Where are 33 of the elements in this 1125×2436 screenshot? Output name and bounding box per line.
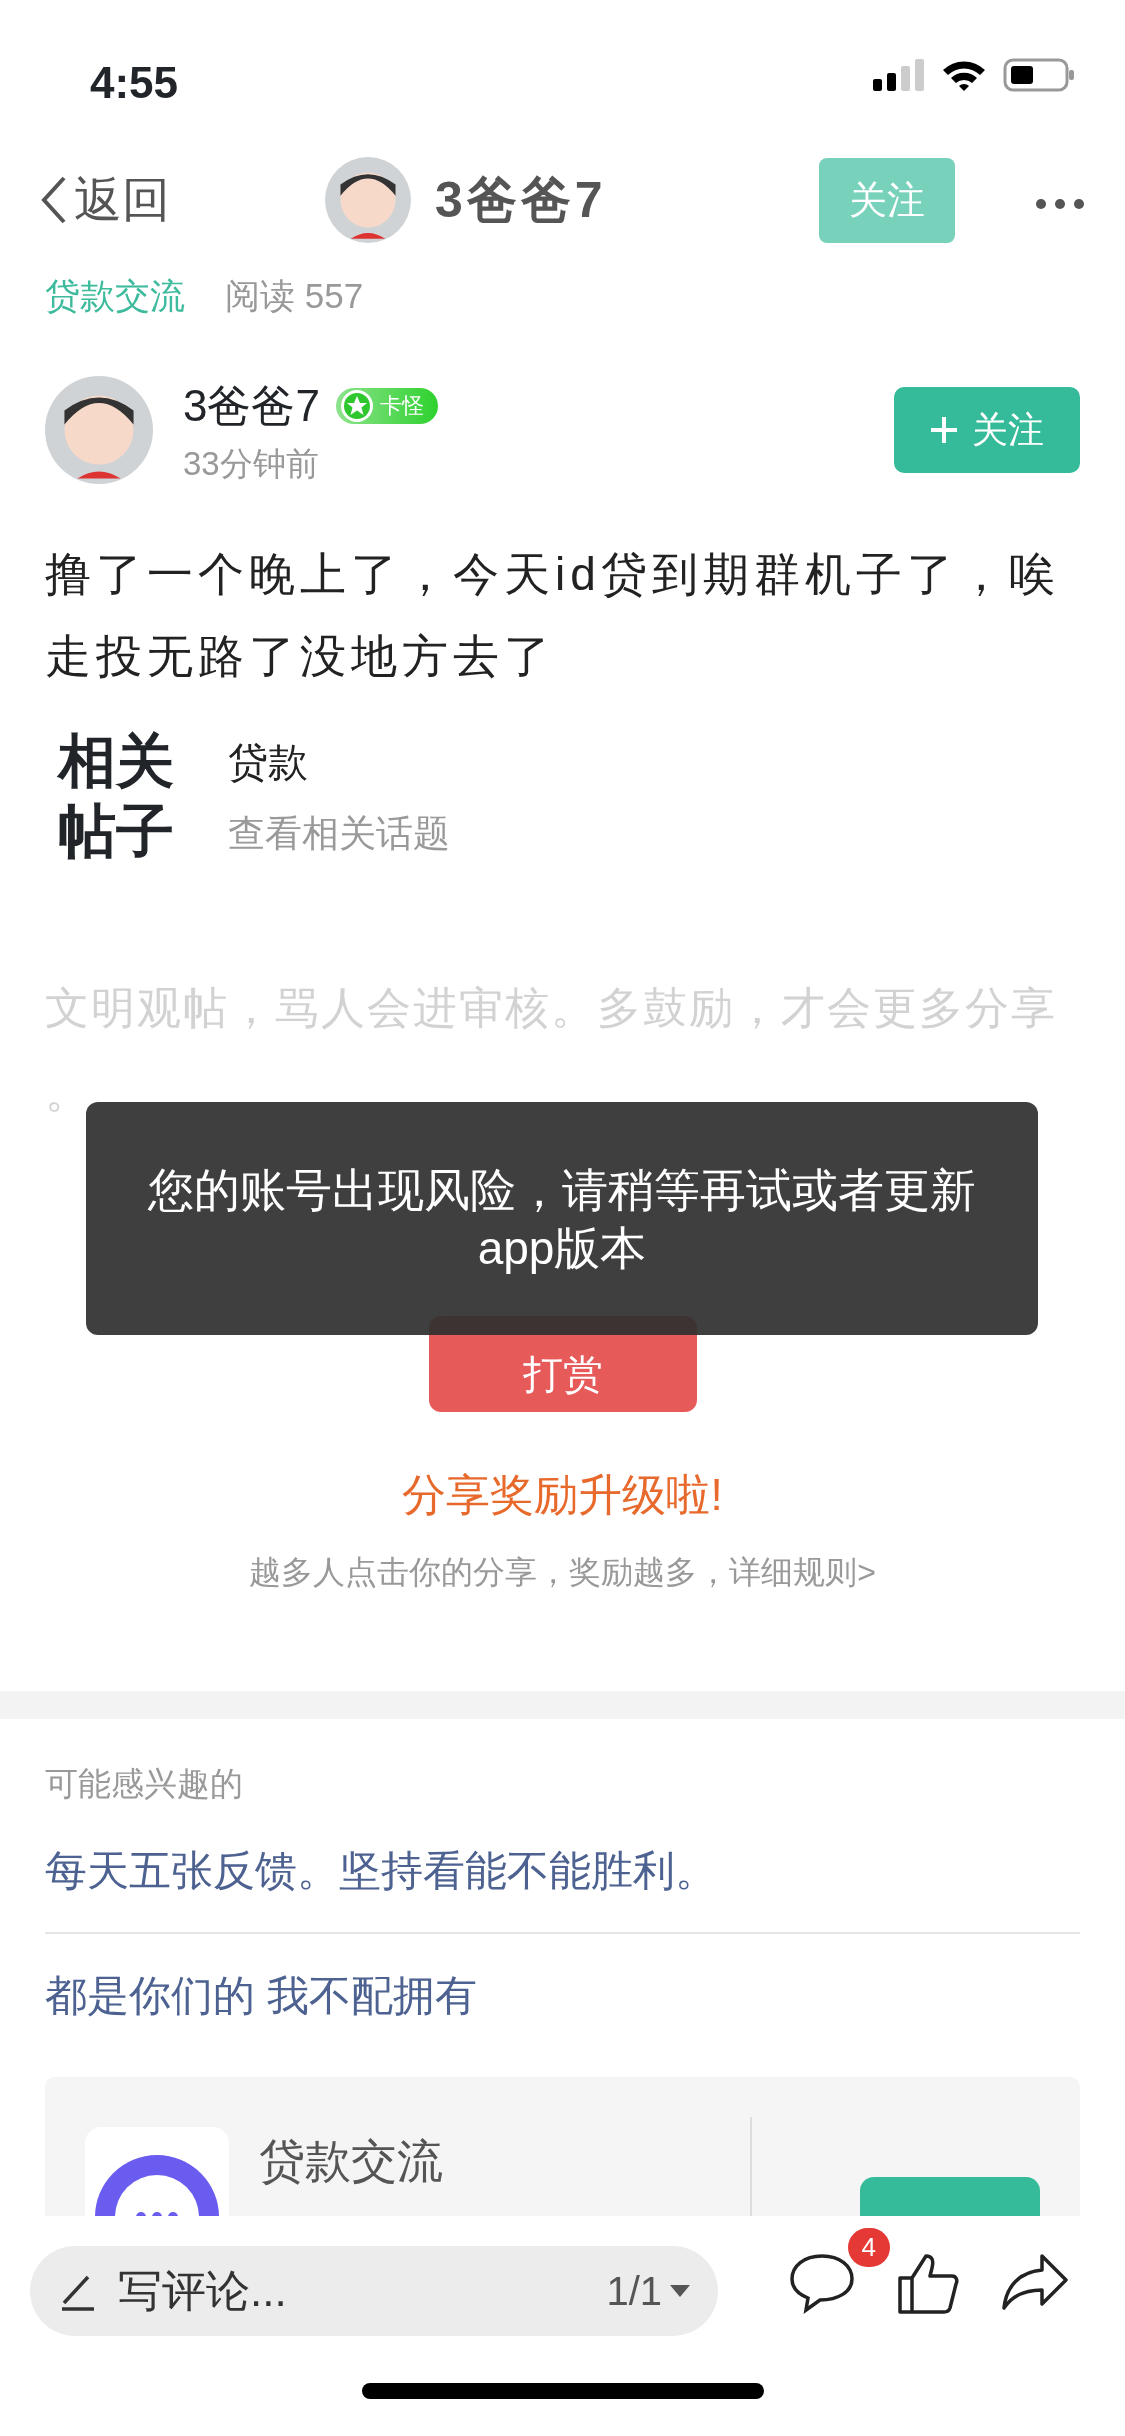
forum-name: 贷款交流 xyxy=(259,2133,443,2189)
share-arrow-icon xyxy=(1000,2252,1070,2312)
chevron-left-icon xyxy=(40,175,68,225)
avatar-icon xyxy=(45,376,153,485)
author-name: 3爸爸7 xyxy=(183,379,320,432)
risk-warning-toast: 您的账号出现风险，请稍等再试或者更新app版本 xyxy=(86,1102,1038,1335)
share-button[interactable] xyxy=(1000,2252,1070,2312)
topic-tag[interactable]: 贷款 xyxy=(227,731,450,792)
wifi-icon xyxy=(941,58,987,92)
page-indicator[interactable]: 1/1 xyxy=(606,2261,690,2321)
speech-bubble-icon xyxy=(788,2252,856,2314)
thumbs-up-icon xyxy=(896,2252,960,2314)
caret-down-icon xyxy=(670,2285,690,2297)
level-badge: 卡怪 xyxy=(335,387,438,424)
share-title: 分享奖励升级啦! xyxy=(401,1469,724,1522)
like-button[interactable] xyxy=(896,2252,960,2314)
related-label: 相关帖子 xyxy=(58,727,175,867)
post-time: 33分钟前 xyxy=(183,443,320,484)
comments-button[interactable] xyxy=(788,2252,856,2314)
status-time: 4:55 xyxy=(90,57,179,109)
battery-icon xyxy=(1003,58,1075,92)
comment-field[interactable]: 写评论... 1/1 xyxy=(30,2246,718,2336)
comment-count: 4 xyxy=(847,2228,890,2267)
post-text: 撸了一个晚上了，今天id贷到期群机子了，唉走投无路了没地方去了 xyxy=(44,547,1061,684)
nav-title: 3爸爸7 xyxy=(435,170,607,230)
section-heading: 可能感兴趣的 xyxy=(44,1764,244,1805)
signal-icon xyxy=(873,59,925,91)
suggested-post-link[interactable]: 都是你们的 我不配拥有 xyxy=(45,1933,1080,2057)
read-count: 阅读 557 xyxy=(225,275,364,317)
plus-icon xyxy=(930,416,958,445)
suggested-post-link[interactable]: 每天五张反馈。坚持看能不能胜利。 xyxy=(45,1808,1080,1934)
back-button[interactable]: 返回 xyxy=(40,164,170,236)
avatar-icon xyxy=(325,157,411,243)
